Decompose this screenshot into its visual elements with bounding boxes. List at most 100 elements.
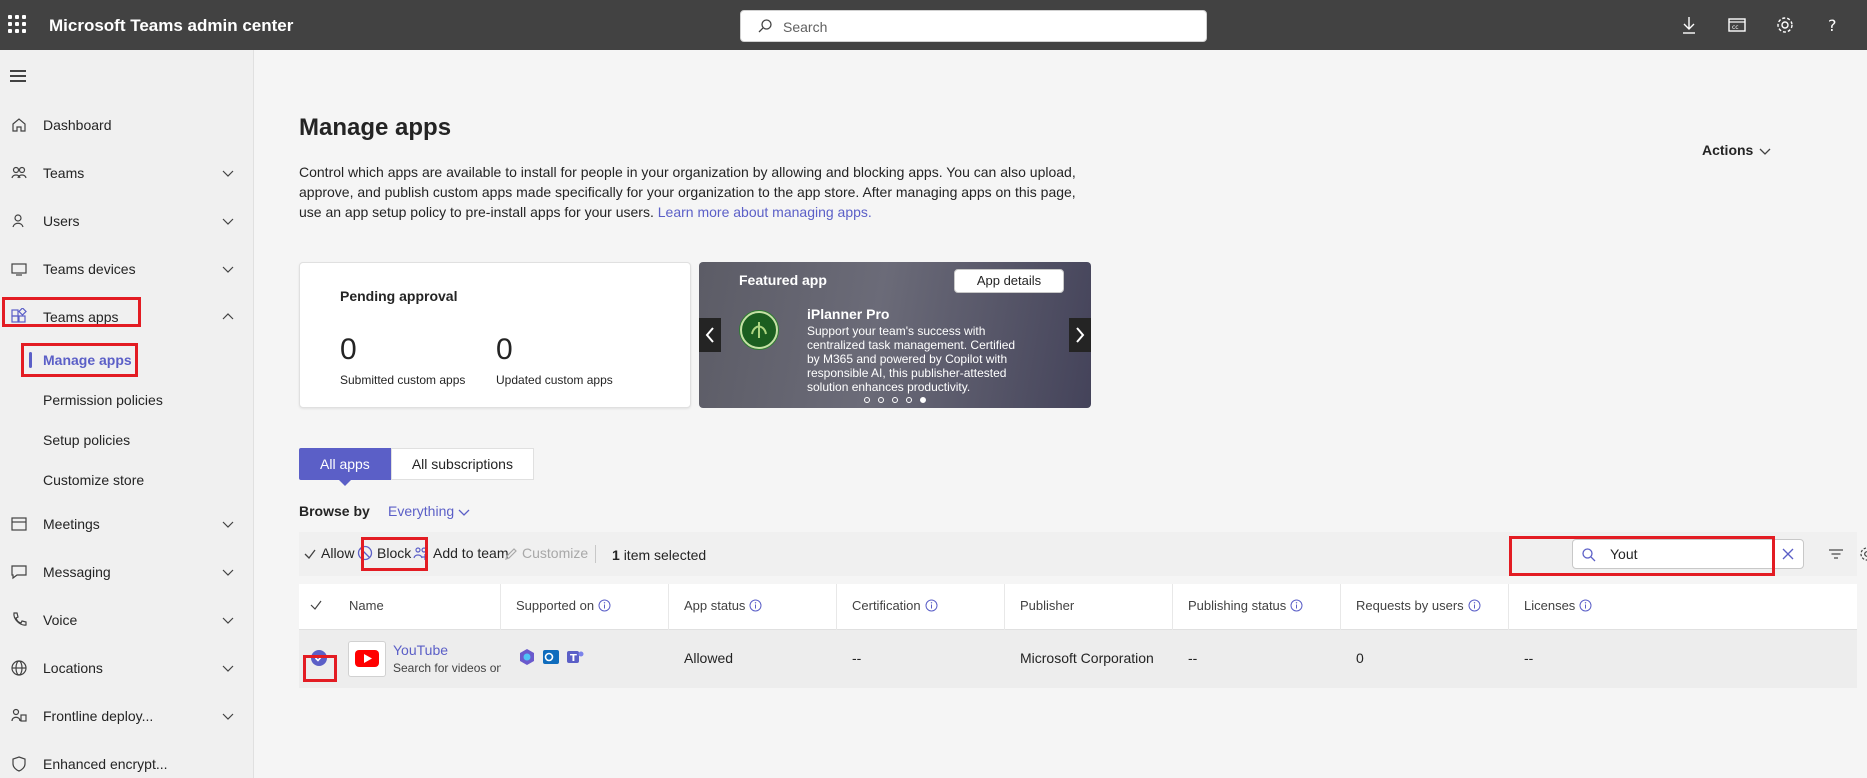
- sidebar-item-label: Locations: [43, 660, 103, 676]
- sidebar-item-teams-apps[interactable]: Teams apps: [0, 297, 254, 337]
- info-icon[interactable]: [598, 599, 611, 612]
- featured-app-card: Featured app App details iPlanner Pro Su…: [699, 262, 1091, 408]
- search-icon: [1582, 548, 1596, 562]
- certification-value: --: [852, 650, 862, 666]
- menu-toggle-icon[interactable]: [10, 70, 26, 82]
- chevron-down-icon: [222, 218, 234, 225]
- chevron-down-icon: [222, 617, 234, 624]
- download-icon[interactable]: [1678, 14, 1700, 36]
- sidebar-subitem-customize-store[interactable]: Customize store: [0, 462, 254, 498]
- tab-all-apps[interactable]: All apps: [299, 448, 391, 486]
- app-status-value: Allowed: [684, 650, 734, 666]
- outlook-icon: [543, 650, 559, 664]
- chevron-down-icon: [222, 266, 234, 273]
- block-button[interactable]: Block: [357, 545, 411, 561]
- column-header-app-status[interactable]: App status: [684, 598, 762, 613]
- frontline-icon: [11, 708, 27, 722]
- sidebar-item-label: Teams devices: [43, 261, 136, 277]
- sidebar-item-meetings[interactable]: Meetings: [0, 504, 254, 544]
- sidebar-item-label: Teams: [43, 165, 85, 181]
- calendar-icon: [11, 517, 27, 531]
- people-team-icon: [11, 166, 27, 179]
- info-icon[interactable]: [925, 599, 938, 612]
- add-to-team-button[interactable]: Add to team: [413, 545, 509, 561]
- allow-button[interactable]: Allow: [303, 545, 354, 561]
- sidebar-item-teams[interactable]: Teams: [0, 153, 254, 193]
- pending-approval-card: Pending approval 0 Submitted custom apps…: [299, 262, 691, 408]
- publisher-value: Microsoft Corporation: [1020, 650, 1154, 666]
- app-title: Microsoft Teams admin center: [49, 16, 294, 35]
- column-header-publishing-status[interactable]: Publishing status: [1188, 598, 1303, 613]
- sidebar-item-enhanced-encrypt[interactable]: Enhanced encrypt...: [0, 744, 254, 778]
- allow-label: Allow: [321, 545, 355, 561]
- row-selected-checkbox[interactable]: [311, 650, 327, 666]
- column-settings-icon[interactable]: [1859, 546, 1867, 562]
- customize-button[interactable]: Customize: [504, 545, 588, 561]
- carousel-next-button[interactable]: [1069, 318, 1091, 352]
- info-icon[interactable]: [749, 599, 762, 612]
- carousel-prev-button[interactable]: [699, 318, 721, 352]
- sidebar-item-label: Frontline deploy...: [43, 708, 154, 724]
- column-header-requests-by-users[interactable]: Requests by users: [1356, 598, 1481, 613]
- column-header-publisher[interactable]: Publisher: [1020, 598, 1074, 613]
- microsoft365-icon: [520, 649, 534, 665]
- sidebar-subitem-setup-policies[interactable]: Setup policies: [0, 422, 254, 458]
- featured-app-name: iPlanner Pro: [807, 306, 890, 322]
- chevron-down-icon: [222, 521, 234, 528]
- info-icon[interactable]: [1290, 599, 1303, 612]
- column-divider: [1340, 584, 1341, 630]
- global-search-input[interactable]: Search: [740, 10, 1207, 42]
- sidebar-item-dashboard[interactable]: Dashboard: [0, 105, 254, 145]
- column-header-name[interactable]: Name: [349, 598, 384, 613]
- app-name-link[interactable]: YouTube: [393, 642, 448, 658]
- submitted-label: Submitted custom apps: [340, 373, 466, 387]
- learn-more-link[interactable]: Learn more about managing apps.: [658, 204, 872, 220]
- iplanner-logo-icon: [739, 310, 779, 350]
- toolbar-divider: [595, 545, 596, 563]
- column-divider: [1172, 584, 1173, 630]
- sidebar-item-frontline-deploy[interactable]: Frontline deploy...: [0, 696, 254, 736]
- chevron-down-icon: [222, 713, 234, 720]
- filter-icon[interactable]: [1828, 546, 1844, 562]
- svg-text:T: T: [570, 653, 577, 664]
- display-icon[interactable]: cc: [1726, 14, 1748, 36]
- select-all-checkmark-icon[interactable]: [310, 599, 322, 611]
- sidebar-subitem-permission-policies[interactable]: Permission policies: [0, 382, 254, 418]
- column-header-supported-on[interactable]: Supported on: [516, 598, 611, 613]
- sidebar-subitem-manage-apps[interactable]: Manage apps: [0, 342, 254, 378]
- column-header-label: Publisher: [1020, 598, 1075, 613]
- clear-icon[interactable]: [1781, 547, 1795, 561]
- app-launcher-icon[interactable]: [8, 15, 26, 33]
- help-icon[interactable]: ?: [1822, 14, 1844, 36]
- actions-menu-button[interactable]: Actions: [1702, 142, 1771, 158]
- sidebar-item-voice[interactable]: Voice: [0, 600, 254, 640]
- chevron-down-icon: [1759, 148, 1771, 156]
- info-icon[interactable]: [1468, 599, 1481, 612]
- device-icon: [11, 263, 27, 276]
- table-row[interactable]: YouTube Search for videos on YouTube T A…: [299, 630, 1857, 688]
- sidebar-item-messaging[interactable]: Messaging: [0, 552, 254, 592]
- carousel-dots[interactable]: [864, 390, 934, 403]
- actions-label: Actions: [1702, 142, 1754, 158]
- search-value: Yout: [1610, 546, 1638, 562]
- sidebar-item-teams-devices[interactable]: Teams devices: [0, 249, 254, 289]
- table-header: Name Supported on App status Certificati…: [299, 584, 1857, 630]
- person-icon: [12, 214, 24, 228]
- chevron-up-icon: [222, 313, 234, 320]
- column-header-certification[interactable]: Certification: [852, 598, 938, 613]
- browse-by-dropdown[interactable]: Everything: [388, 503, 470, 519]
- column-header-label: Certification: [852, 598, 921, 613]
- sidebar: Dashboard Teams Users Teams devices Team…: [0, 50, 254, 778]
- sidebar-item-locations[interactable]: Locations: [0, 648, 254, 688]
- info-icon[interactable]: [1579, 599, 1592, 612]
- globe-icon: [11, 660, 27, 676]
- sidebar-item-users[interactable]: Users: [0, 201, 254, 241]
- gear-icon[interactable]: [1774, 14, 1796, 36]
- column-header-licenses[interactable]: Licenses: [1524, 598, 1592, 613]
- app-details-button[interactable]: App details: [954, 269, 1064, 293]
- sidebar-item-label: Voice: [43, 612, 78, 628]
- column-header-label: Licenses: [1524, 598, 1576, 613]
- tab-all-subscriptions[interactable]: All subscriptions: [390, 448, 534, 480]
- app-search-input[interactable]: Yout: [1572, 539, 1804, 569]
- selection-status: 1 item selected: [612, 547, 706, 563]
